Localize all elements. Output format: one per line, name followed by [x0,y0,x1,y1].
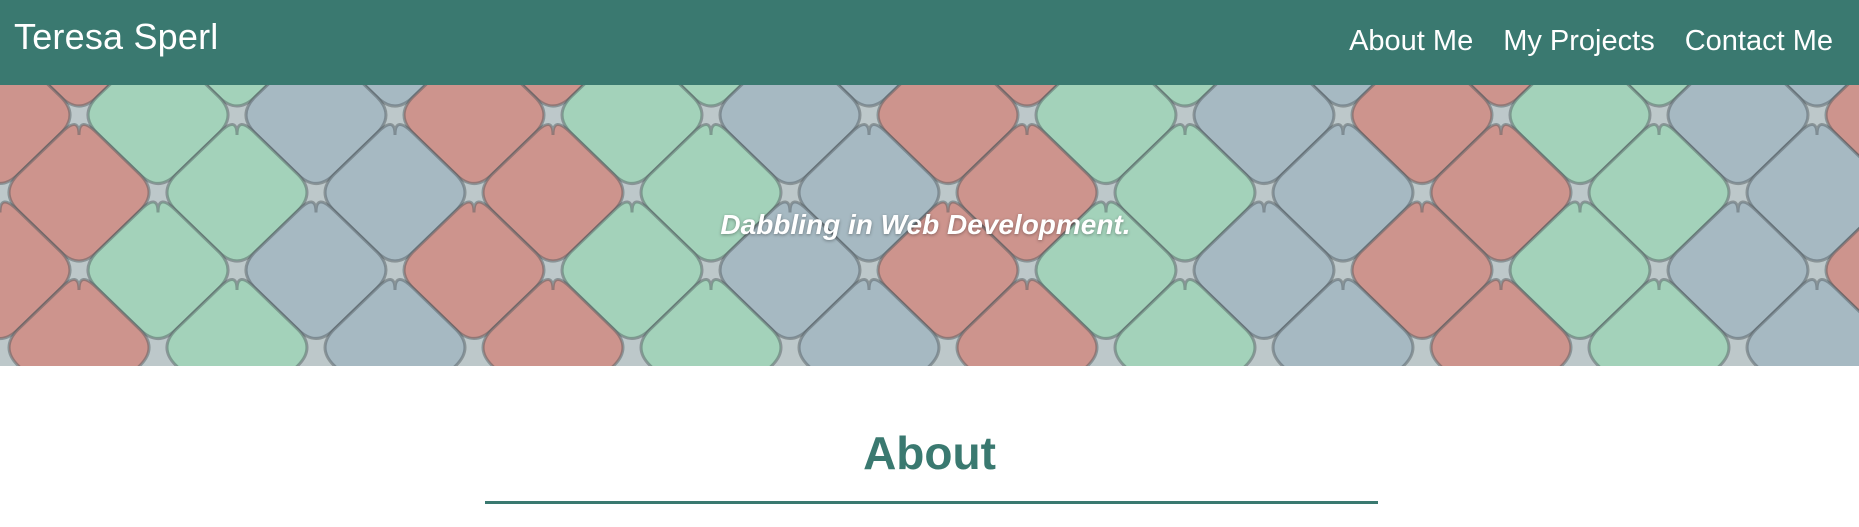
about-divider [485,501,1378,504]
nav-link-contact-me[interactable]: Contact Me [1685,20,1833,62]
about-heading: About [863,427,996,479]
nav-link-about-me[interactable]: About Me [1349,20,1473,62]
site-brand[interactable]: Teresa Sperl [14,14,219,60]
hero-tagline: Dabbling in Web Development. [720,209,1131,240]
top-navbar: Teresa Sperl About Me My Projects Contac… [0,0,1859,85]
nav-link-my-projects[interactable]: My Projects [1503,20,1654,62]
hero-banner: Dabbling in Web Development. [0,85,1859,366]
main-nav: About Me My Projects Contact Me [1349,20,1833,62]
